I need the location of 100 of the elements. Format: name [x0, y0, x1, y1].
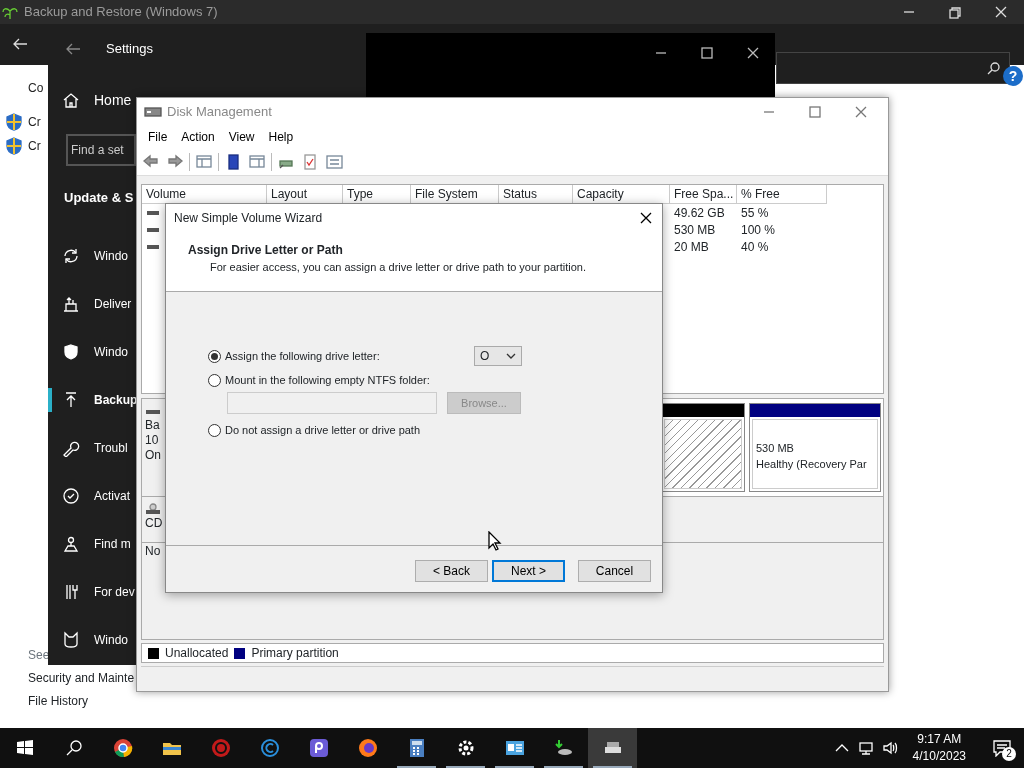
window-title: Disk Management	[167, 103, 272, 122]
search-icon[interactable]	[64, 739, 83, 757]
restore-icon[interactable]	[946, 4, 964, 20]
shield-icon	[6, 113, 22, 131]
checklist-icon[interactable]	[301, 152, 319, 171]
section-heading: Update & S	[64, 189, 134, 207]
person-icon	[62, 535, 80, 553]
page-description: For easier access, you can assign a drive letter or drive path to your partition.	[210, 260, 587, 275]
start-icon[interactable]	[15, 739, 34, 757]
shield-icon	[6, 137, 22, 155]
nav-link-text[interactable]: Deliver	[94, 295, 132, 313]
running-indicator	[495, 766, 534, 768]
network-icon[interactable]	[857, 740, 874, 756]
control-panel-icon[interactable]	[504, 738, 525, 758]
nav-link-text[interactable]: Backup	[94, 391, 138, 409]
clock-date[interactable]: 4/10/2023	[912, 748, 966, 765]
app-tile-icon[interactable]	[308, 738, 329, 758]
column-header[interactable]: Free Spa...	[670, 185, 737, 204]
volume-icon[interactable]	[881, 740, 898, 756]
disk-label: CD	[145, 516, 163, 531]
section-label: See	[28, 647, 51, 664]
legend-label: Primary partition	[251, 645, 339, 662]
link[interactable]: File History	[28, 692, 135, 715]
search-field[interactable]	[776, 52, 1010, 84]
dialog-button[interactable]: Cancel	[578, 560, 651, 582]
link-text[interactable]: Cr	[28, 113, 41, 131]
notification-icon[interactable]	[992, 739, 1012, 757]
partition-size: 530 MB	[756, 441, 795, 456]
disk-label: 10	[145, 433, 159, 448]
partition[interactable]: 530 MB Healthy (Recovery Par	[749, 403, 881, 492]
ring-icon[interactable]	[259, 738, 280, 758]
option-label[interactable]: Assign the following drive letter:	[225, 347, 380, 365]
help-button[interactable]: ?	[1003, 66, 1023, 86]
menu-item[interactable]: File	[141, 128, 175, 146]
disk-label: Ba	[145, 418, 160, 433]
disk-label: On	[145, 448, 161, 463]
dropdown-value: O	[480, 348, 490, 365]
partition-status: Healthy (Recovery Par	[756, 457, 867, 472]
table-cell-text: 530 MB	[673, 221, 717, 239]
table-cell-text: 100 %	[740, 221, 776, 239]
nav-link-text[interactable]: Activat	[94, 487, 130, 505]
table-cell-text: 49.62 GB	[673, 204, 726, 222]
pane-icon[interactable]	[248, 152, 266, 171]
running-indicator	[397, 766, 436, 768]
table-cell-text: 20 MB	[673, 238, 710, 256]
caret-icon	[506, 353, 516, 359]
search-field[interactable]: Find a set	[66, 134, 136, 166]
drive-icon	[143, 104, 163, 120]
radio-button[interactable]	[208, 373, 221, 387]
wrench-icon	[62, 439, 80, 457]
notification-badge: 2	[1002, 747, 1016, 761]
window-title: Settings	[106, 40, 153, 59]
nav-link-text[interactable]: For dev	[94, 583, 135, 601]
legend-label: Unallocated	[165, 645, 229, 662]
shield-icon	[62, 343, 80, 361]
cat-icon	[62, 631, 80, 649]
option-label[interactable]: Do not assign a drive letter or drive path	[225, 421, 421, 439]
close-icon[interactable]	[639, 210, 653, 225]
home-icon	[62, 91, 80, 109]
nav-link-text[interactable]: Troubl	[94, 439, 128, 457]
maximize-icon[interactable]	[698, 45, 716, 61]
running-indicator	[446, 766, 485, 768]
radio-button[interactable]	[208, 349, 221, 363]
radio-button[interactable]	[208, 423, 221, 437]
backup-drive-icon[interactable]	[553, 738, 574, 758]
dialog-title: New Simple Volume Wizard	[174, 209, 323, 227]
check-circle-icon	[62, 487, 80, 505]
table-cell-text: 55 %	[740, 204, 769, 222]
nav-link-text[interactable]: Windo	[94, 631, 128, 649]
menu-item[interactable]: Action	[174, 128, 222, 146]
firefox-icon[interactable]	[357, 738, 378, 758]
chrome-icon[interactable]	[112, 738, 133, 758]
drive-letter-dropdown[interactable]: O	[474, 346, 522, 366]
cursor-icon	[488, 531, 502, 551]
dialog-button[interactable]: Next >	[492, 560, 565, 582]
dialog-button[interactable]: < Back	[415, 560, 488, 582]
disk-label: No	[145, 544, 161, 559]
tray-icon	[62, 295, 80, 313]
column-header[interactable]: % Free	[737, 185, 827, 204]
nav-link-text[interactable]: Home	[94, 89, 132, 111]
link-text[interactable]: Cr	[28, 137, 41, 155]
pane-icon[interactable]	[195, 152, 213, 171]
drive-icon	[146, 225, 160, 234]
nav-link-text[interactable]: Find m	[94, 535, 131, 553]
disc-drive-icon	[145, 502, 161, 515]
nav-link-text[interactable]: Windo	[94, 343, 128, 361]
partition[interactable]	[661, 403, 745, 492]
clock-time[interactable]: 9:17 AM	[912, 731, 966, 748]
nav-link-text[interactable]: Windo	[94, 247, 128, 265]
link[interactable]: Security and Mainte	[28, 669, 135, 692]
option-label[interactable]: Mount in the following empty NTFS folder:	[225, 371, 430, 389]
window-title: Backup and Restore (Windows 7)	[24, 3, 218, 22]
drive-icon	[146, 242, 160, 251]
menu-item[interactable]: Help	[261, 128, 301, 146]
menu-item[interactable]: View	[221, 128, 262, 146]
link-text[interactable]: Co	[28, 79, 44, 97]
running-indicator	[544, 766, 583, 768]
target-icon[interactable]	[210, 738, 231, 758]
search-icon	[987, 61, 1001, 75]
folder-path-field[interactable]	[227, 392, 437, 414]
